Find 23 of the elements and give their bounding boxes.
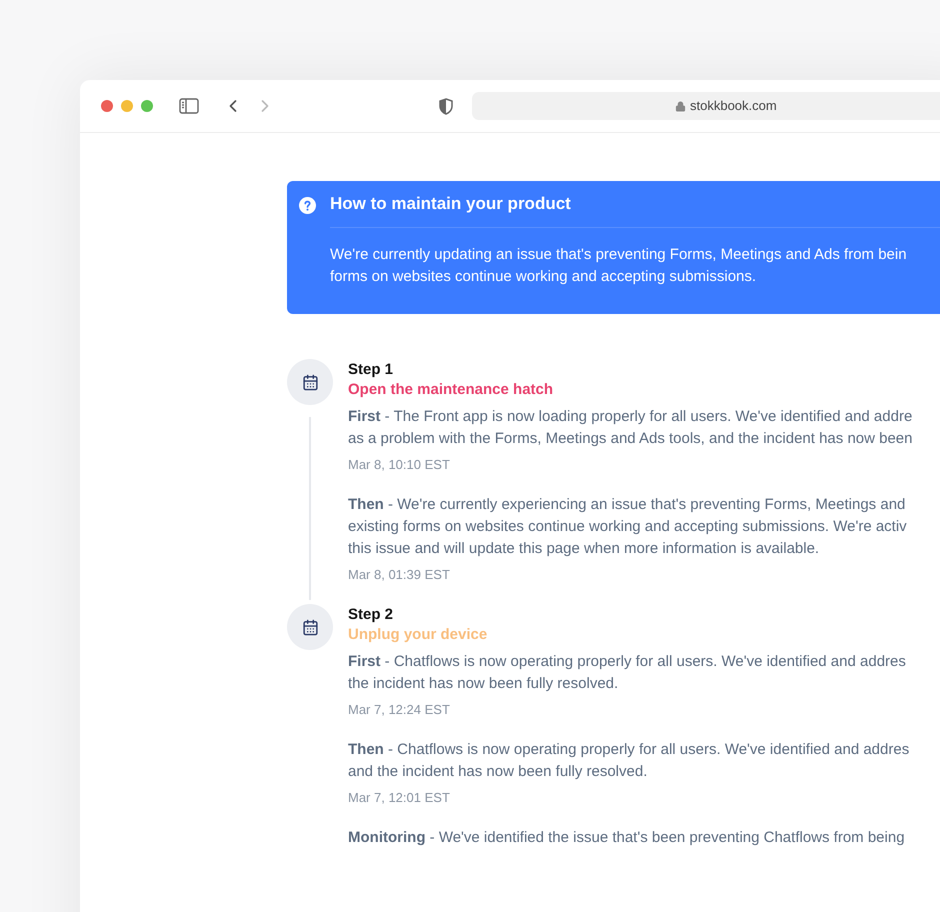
banner-title: How to maintain your product [330, 194, 572, 214]
address-bar[interactable]: stokkbook.com [472, 92, 940, 120]
shield-icon[interactable] [439, 98, 453, 114]
step-label: Step 2 [348, 605, 394, 625]
url-text: stokkbook.com [690, 97, 777, 116]
help-icon [299, 197, 316, 214]
step-subtitle: Open the maintenance hatch [348, 380, 554, 400]
sidebar-icon[interactable] [179, 98, 199, 114]
calendar-icon [302, 374, 318, 390]
update-text: Then - Chatflows is now operating properly for all users. We've identified and addres and the incident has now been fully resolved. [348, 740, 910, 782]
update-time: Mar 7, 12:24 EST [348, 701, 451, 719]
banner-text: We're currently updating an issue that's preventing Forms, Meetings and Ads from bein forms on websites continue working and accepting submissions. [330, 245, 908, 287]
update-time: Mar 7, 12:01 EST [348, 789, 451, 807]
calendar-icon [302, 618, 318, 636]
update-time: Mar 8, 01:39 EST [348, 566, 451, 584]
update-text: First - The Front app is now loading properly for all users. We've identified and addre as a problem with the Forms, Meetings and Ads tools, and the incident has now been [348, 407, 912, 449]
update-time: Mar 8, 10:10 EST [348, 456, 451, 474]
update-text: Then - We're currently experiencing an issue that's preventing Forms, Meetings and existing forms on websites continue working and accepting submissions. We're activ this issue and will update this page when more information is available. [348, 495, 908, 559]
step-label: Step 1 [348, 360, 394, 380]
update-text: Monitoring - We've identified the issue that's been preventing Chatflows from being [348, 828, 906, 848]
lock-icon [675, 100, 686, 112]
update-text: First - Chatflows is now operating properly for all users. We've identified and addres the incident has now been fully resolved. [348, 652, 907, 694]
step-subtitle: Unplug your device [348, 625, 488, 645]
